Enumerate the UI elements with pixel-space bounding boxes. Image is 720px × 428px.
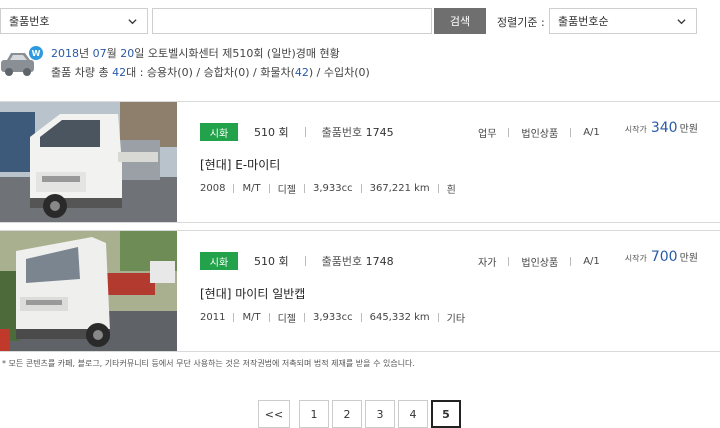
price-unit: 만원 bbox=[679, 253, 698, 264]
divider bbox=[268, 184, 270, 193]
price-label: 시작가 bbox=[624, 254, 647, 263]
spec-color: 흰 bbox=[446, 185, 456, 196]
spec-fuel: 디젤 bbox=[277, 185, 296, 196]
vehicle-title[interactable]: [현대] 마이티 일반캡 bbox=[200, 285, 305, 302]
page-button-5-current[interactable]: 5 bbox=[431, 400, 461, 428]
total-suffix: 대 : 승용차( bbox=[126, 66, 182, 79]
spec-year: 2011 bbox=[200, 312, 226, 323]
listing-header-row: 시화 510 회 출품번호 1745 bbox=[200, 122, 394, 142]
auction-day: 20 bbox=[120, 47, 135, 60]
auction-round: 510 회 bbox=[254, 126, 289, 139]
listing-header-row: 시화 510 회 출품번호 1748 bbox=[200, 251, 394, 271]
listing-card[interactable]: 시화 510 회 출품번호 1745 업무 법인상품 A/1 시작가 340 만… bbox=[0, 101, 720, 223]
spec-fuel: 디젤 bbox=[277, 314, 296, 325]
chevron-down-icon bbox=[128, 19, 137, 25]
passenger-count: 0 bbox=[181, 66, 189, 79]
total-count: 42 bbox=[112, 66, 127, 79]
listing-meta: 자가 법인상품 A/1 bbox=[478, 251, 600, 271]
lot-number: 1745 bbox=[365, 125, 394, 139]
price-amount: 700 bbox=[650, 249, 678, 265]
w-badge: W bbox=[29, 46, 43, 60]
year-suffix: 년 bbox=[79, 47, 90, 60]
spec-mileage: 367,221 km bbox=[369, 183, 430, 194]
import-count: 0 bbox=[358, 66, 366, 79]
divider bbox=[570, 256, 572, 266]
divider bbox=[304, 256, 306, 266]
month-suffix: 월 bbox=[106, 47, 117, 60]
spec-transmission: M/T bbox=[242, 183, 261, 194]
divider bbox=[268, 313, 270, 322]
field-select-value: 출품번호 bbox=[9, 15, 50, 28]
spec-displacement: 3,933cc bbox=[312, 183, 353, 194]
price-label: 시작가 bbox=[624, 125, 647, 134]
divider bbox=[233, 184, 235, 193]
field-select[interactable]: 출품번호 bbox=[0, 8, 148, 34]
divider bbox=[233, 313, 235, 322]
vehicle-count-line: 출품 차량 총 42대 : 승용차(0) / 승합차(0) / 화물차(42) … bbox=[51, 64, 370, 80]
search-input[interactable] bbox=[152, 8, 432, 34]
grade: A/1 bbox=[583, 126, 600, 138]
start-price: 시작가 340 만원 bbox=[625, 120, 698, 136]
search-button[interactable]: 검색 bbox=[434, 8, 486, 34]
spec-mileage: 645,332 km bbox=[369, 312, 430, 323]
location-tag: 시화 bbox=[200, 252, 238, 270]
sort-label: 정렬기준 : bbox=[497, 16, 545, 29]
auction-round: 510 회 bbox=[254, 255, 289, 268]
divider bbox=[508, 127, 510, 137]
page-button-3[interactable]: 3 bbox=[365, 400, 395, 428]
truck-count: 42 bbox=[294, 66, 309, 79]
divider bbox=[360, 313, 362, 322]
seller-type: 법인상품 bbox=[521, 128, 559, 140]
divider bbox=[570, 127, 572, 137]
divider bbox=[437, 313, 439, 322]
seller-type: 법인상품 bbox=[521, 257, 559, 269]
auction-title: 일 오토벨시화센터 제510회 (일반)경매 현황 bbox=[134, 47, 340, 60]
page-button-2[interactable]: 2 bbox=[332, 400, 362, 428]
auction-month: 07 bbox=[92, 47, 107, 60]
grade: A/1 bbox=[583, 255, 600, 267]
vehicle-photo[interactable] bbox=[0, 231, 177, 351]
auction-date-line: 2018년 07월 20일 오토벨시화센터 제510회 (일반)경매 현황 bbox=[51, 45, 340, 61]
chevron-down-icon bbox=[677, 19, 686, 25]
divider bbox=[303, 184, 305, 193]
page-button-4[interactable]: 4 bbox=[398, 400, 428, 428]
count-end: ) bbox=[365, 66, 370, 79]
listing-meta: 업무 법인상품 A/1 bbox=[478, 122, 600, 142]
price-amount: 340 bbox=[650, 120, 678, 136]
divider bbox=[508, 256, 510, 266]
vehicle-photo[interactable] bbox=[0, 102, 177, 222]
lot-label: 출품번호 bbox=[321, 255, 363, 268]
truck-prefix: ) / 화물차( bbox=[245, 66, 295, 79]
start-price: 시작가 700 만원 bbox=[625, 249, 698, 265]
lot-number: 1748 bbox=[365, 254, 394, 268]
sort-select[interactable]: 출품번호순 bbox=[549, 8, 697, 34]
divider bbox=[360, 184, 362, 193]
pagination-prev-button[interactable]: << bbox=[258, 400, 290, 428]
auction-year: 2018 bbox=[51, 47, 79, 60]
vehicle-title[interactable]: [현대] E-마이티 bbox=[200, 156, 280, 173]
lot-label: 출품번호 bbox=[321, 126, 363, 139]
listing-card[interactable]: 시화 510 회 출품번호 1748 자가 법인상품 A/1 시작가 700 만… bbox=[0, 230, 720, 352]
spec-color: 기타 bbox=[446, 314, 466, 325]
vehicle-specs: 2011 M/T 디젤 3,933cc 645,332 km 기타 bbox=[200, 310, 465, 325]
page-button-1[interactable]: 1 bbox=[299, 400, 329, 428]
copyright-notice: * 모든 콘텐츠를 카페, 블로그, 기타커뮤니티 등에서 무단 사용하는 것은… bbox=[2, 359, 415, 368]
sort-select-value: 출품번호순 bbox=[558, 15, 609, 28]
divider bbox=[304, 127, 306, 137]
vehicle-specs: 2008 M/T 디젤 3,933cc 367,221 km 흰 bbox=[200, 181, 456, 196]
import-prefix: ) / 수입차( bbox=[308, 66, 359, 79]
van-prefix: ) / 승합차( bbox=[188, 66, 239, 79]
usage-type: 자가 bbox=[478, 257, 497, 269]
spec-displacement: 3,933cc bbox=[312, 312, 353, 323]
location-tag: 시화 bbox=[200, 123, 238, 141]
total-prefix: 출품 차량 총 bbox=[51, 66, 109, 79]
spec-transmission: M/T bbox=[242, 312, 261, 323]
truck-photo-illustration bbox=[0, 231, 177, 351]
usage-type: 업무 bbox=[478, 128, 497, 140]
divider bbox=[303, 313, 305, 322]
truck-photo-illustration bbox=[0, 102, 177, 222]
spec-year: 2008 bbox=[200, 183, 226, 194]
price-unit: 만원 bbox=[679, 124, 698, 135]
divider bbox=[437, 184, 439, 193]
